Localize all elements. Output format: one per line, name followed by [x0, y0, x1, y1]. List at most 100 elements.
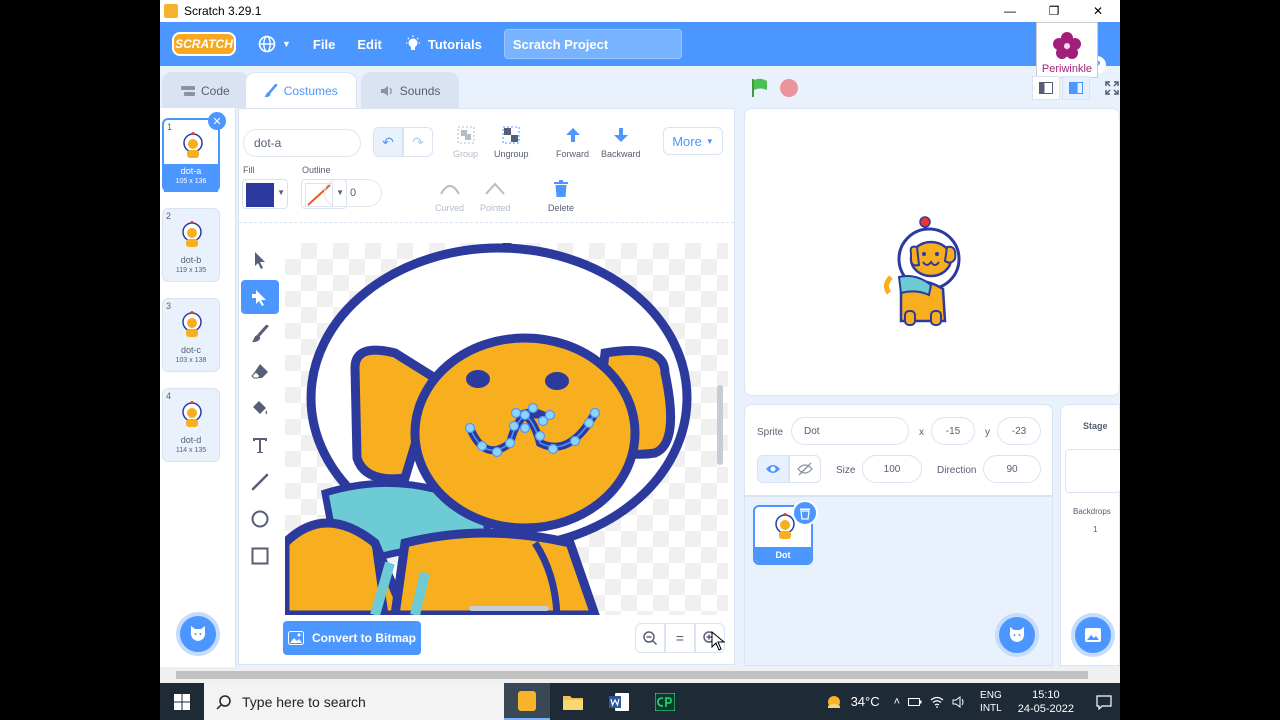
taskbar-clock[interactable]: 15:10 24-05-2022 — [1018, 688, 1074, 716]
taskbar-word[interactable] — [596, 683, 642, 720]
notification-icon[interactable] — [1096, 694, 1112, 710]
costume-size: 103 x 138 — [175, 357, 207, 364]
canvas-horizontal-scrollbar[interactable] — [469, 606, 549, 611]
backward-button[interactable]: Backward — [601, 125, 641, 159]
green-flag-icon[interactable] — [750, 78, 770, 98]
redo-icon[interactable]: ↷ — [403, 127, 433, 157]
window-title: Scratch 3.29.1 — [184, 4, 262, 18]
size-input[interactable]: 100 — [862, 455, 922, 483]
flower-icon — [1053, 32, 1081, 59]
x-input[interactable]: -15 — [931, 417, 975, 445]
zoom-out-icon[interactable] — [635, 623, 665, 653]
group-button[interactable]: Group — [453, 125, 478, 159]
restore-icon[interactable]: ❐ — [1032, 0, 1076, 22]
brush-tool[interactable] — [241, 317, 279, 351]
sprite-name-input[interactable]: Dot — [791, 417, 909, 445]
more-button[interactable]: More ▼ — [663, 127, 723, 155]
outline-width-input[interactable]: 0 — [324, 179, 382, 207]
code-icon — [181, 85, 195, 96]
edit-menu[interactable]: Edit — [357, 37, 382, 52]
size-label: Size — [836, 465, 856, 476]
normal-stage-icon — [1069, 82, 1083, 94]
window-horizontal-scrollbar[interactable] — [160, 667, 1120, 683]
choose-costume-button[interactable] — [176, 612, 220, 656]
outline-label: Outline — [302, 165, 331, 175]
circle-tool[interactable] — [241, 502, 279, 536]
y-input[interactable]: -23 — [997, 417, 1041, 445]
costume-tile[interactable]: 1 dot-a 105 x 136 ✕ — [162, 112, 226, 192]
periwinkle-logo: Periwinkle — [1036, 22, 1098, 78]
costume-tile[interactable]: 4 dot-d 114 x 135 — [162, 388, 220, 462]
forward-button[interactable]: Forward — [556, 125, 589, 159]
dog-thumbnail — [182, 401, 202, 427]
stage-thumbnail[interactable] — [1065, 449, 1120, 493]
hide-sprite-button[interactable] — [789, 455, 821, 483]
choose-sprite-button[interactable] — [995, 613, 1039, 657]
pointed-button[interactable]: Pointed — [480, 179, 511, 213]
tutorials-menu[interactable]: Tutorials — [404, 35, 482, 53]
delete-button[interactable]: Delete — [548, 179, 574, 213]
small-stage-button[interactable] — [1032, 76, 1060, 100]
input-language-indicator[interactable]: ENG INTL — [980, 689, 1002, 715]
chevron-up-icon[interactable]: ˄ — [894, 696, 900, 708]
dog-thumbnail — [182, 311, 202, 337]
volume-icon[interactable] — [952, 695, 966, 708]
fill-color-picker[interactable]: ▼ — [242, 179, 288, 209]
close-icon[interactable]: ✕ — [1076, 0, 1120, 22]
costume-tile[interactable]: 2 dot-b 119 x 135 — [162, 208, 220, 282]
fullscreen-button[interactable] — [1098, 76, 1120, 100]
project-title-input[interactable]: Scratch Project — [503, 29, 682, 59]
scrollbar-thumb[interactable] — [176, 671, 1088, 679]
taskbar-scratch[interactable] — [504, 683, 550, 720]
tab-code[interactable]: Code — [162, 72, 249, 108]
weather-temp[interactable]: 34°C — [851, 694, 880, 709]
dog-sprite — [883, 216, 961, 326]
costume-tile[interactable]: 3 dot-c 103 x 138 — [162, 298, 220, 372]
stop-icon[interactable] — [780, 79, 798, 97]
weather-sun-icon[interactable] — [825, 693, 843, 711]
ungroup-button[interactable]: Ungroup — [494, 125, 529, 159]
tab-sounds[interactable]: Sounds — [360, 72, 460, 108]
dog-thumbnail — [182, 221, 202, 247]
taskbar-search-input[interactable]: Type here to search — [204, 683, 504, 720]
curved-icon — [439, 185, 460, 195]
convert-to-bitmap-button[interactable]: Convert to Bitmap — [283, 621, 421, 655]
clock-date: 24-05-2022 — [1017, 702, 1074, 715]
eraser-tool[interactable] — [241, 354, 279, 388]
stage-title: Stage — [1083, 421, 1108, 431]
costume-name-input[interactable]: dot-a — [243, 129, 361, 157]
scratch-logo[interactable]: SCRATCH — [172, 32, 236, 56]
costume-list: 1 dot-a 105 x 136 ✕ 2 dot-b 119 x 135 3 … — [160, 108, 236, 668]
taskbar-file-explorer[interactable] — [550, 683, 596, 720]
choose-backdrop-button[interactable] — [1071, 613, 1115, 657]
fill-tool[interactable] — [241, 391, 279, 425]
delete-costume-icon[interactable]: ✕ — [208, 112, 226, 130]
curved-button[interactable]: Curved — [435, 179, 464, 213]
battery-icon[interactable] — [908, 697, 922, 707]
paint-bucket-icon — [253, 401, 268, 415]
line-tool[interactable] — [241, 465, 279, 499]
taskbar-captivate[interactable] — [642, 683, 688, 720]
language-menu[interactable]: ▼ — [258, 35, 291, 53]
eye-slash-icon — [797, 462, 813, 476]
normal-stage-button[interactable] — [1062, 76, 1090, 100]
stage-target-pane[interactable]: Stage Backdrops 1 — [1060, 404, 1120, 666]
tab-costumes[interactable]: Costumes — [244, 72, 357, 108]
rectangle-tool[interactable] — [241, 539, 279, 573]
wifi-icon[interactable] — [930, 696, 944, 708]
text-tool[interactable] — [241, 428, 279, 462]
file-menu[interactable]: File — [313, 37, 335, 52]
start-button[interactable] — [160, 683, 204, 720]
direction-input[interactable]: 90 — [983, 455, 1041, 483]
undo-icon[interactable]: ↶ — [373, 127, 403, 157]
delete-sprite-icon[interactable] — [792, 500, 818, 526]
drawing-canvas[interactable] — [285, 243, 728, 615]
scratch-app-icon — [164, 4, 178, 18]
zoom-reset-button[interactable]: = — [665, 623, 695, 653]
minimize-icon[interactable]: — — [988, 0, 1032, 22]
select-tool[interactable] — [241, 243, 279, 277]
canvas-vertical-scrollbar[interactable] — [717, 385, 723, 465]
reshape-tool[interactable] — [241, 280, 279, 314]
show-sprite-button[interactable] — [757, 455, 789, 483]
stage[interactable] — [744, 108, 1120, 396]
